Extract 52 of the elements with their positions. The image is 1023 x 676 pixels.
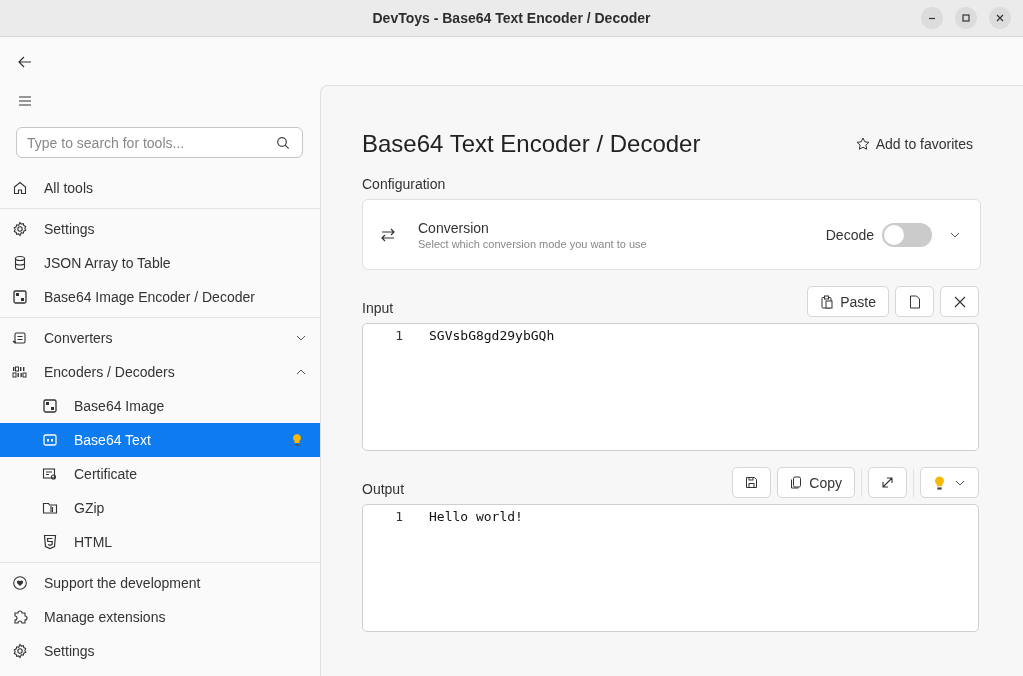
menu-icon <box>17 93 33 109</box>
toggle-switch[interactable] <box>882 222 932 247</box>
expand-icon <box>881 476 894 489</box>
paste-button[interactable]: Paste <box>807 286 889 317</box>
nav-item[interactable]: GZip <box>0 491 320 525</box>
swap-arrows-icon <box>380 226 396 243</box>
page-title: Base64 Text Encoder / Decoder <box>362 130 701 158</box>
close-button[interactable] <box>989 7 1011 29</box>
suggestion-dropdown[interactable] <box>920 467 979 498</box>
search-field[interactable]: Type to search for tools... <box>16 127 303 158</box>
clear-button[interactable] <box>940 286 979 317</box>
nav-item[interactable]: Settings <box>0 634 320 668</box>
nav-item[interactable]: HTML <box>0 525 320 559</box>
nav-item[interactable]: Manage extensions <box>0 600 320 634</box>
nav-item[interactable]: Support the development <box>0 566 320 600</box>
section-label: Input <box>362 300 394 317</box>
back-arrow-icon <box>17 54 33 70</box>
line-number: 1 <box>394 327 403 345</box>
maximize-icon <box>961 13 971 23</box>
section-label: Configuration <box>362 176 447 192</box>
nav-item[interactable]: Certificate <box>0 457 320 491</box>
favorite-button[interactable]: Add to favorites <box>849 132 981 156</box>
section-label: Output <box>362 481 405 498</box>
code-line: SGVsbG8gd29ybGQh <box>429 327 555 345</box>
copy-button[interactable]: Copy <box>777 467 855 498</box>
nav-item[interactable]: Base64 Image <box>0 389 320 423</box>
lightbulb-icon <box>934 474 945 491</box>
file-icon <box>908 294 921 309</box>
line-number: 1 <box>394 508 403 526</box>
setting-description: Select which conversion mode you want to use <box>418 237 648 250</box>
search-icon <box>276 136 290 150</box>
expand-button[interactable] <box>868 467 907 498</box>
window-title: DevToys - Base64 Text Encoder / Decoder <box>372 10 651 26</box>
nav-item[interactable]: Base64 Text <box>0 423 320 457</box>
save-button[interactable] <box>732 467 772 498</box>
nav-item[interactable]: Settings <box>0 212 320 246</box>
nav-item[interactable]: Encoders / Decoders <box>0 355 320 389</box>
copy-icon <box>790 475 804 490</box>
close-icon <box>953 295 966 308</box>
code-editor[interactable]: 1 SGVsbG8gd29ybGQh <box>362 323 979 451</box>
close-icon <box>995 13 1005 23</box>
clipboard-icon <box>820 294 835 309</box>
code-line: Hello world! <box>429 508 523 526</box>
maximize-button[interactable] <box>955 7 977 29</box>
code-editor[interactable]: 1 Hello world! <box>362 504 979 632</box>
nav-item[interactable]: Converters <box>0 321 320 355</box>
setting-title: Conversion <box>418 219 490 236</box>
open-file-button[interactable] <box>895 286 934 317</box>
nav-item[interactable]: JSON Array to Table <box>0 246 320 280</box>
nav-item[interactable]: All tools <box>0 171 320 205</box>
nav-item[interactable]: Base64 Image Encoder / Decoder <box>0 280 320 314</box>
toggle-label: Decode <box>825 226 874 243</box>
